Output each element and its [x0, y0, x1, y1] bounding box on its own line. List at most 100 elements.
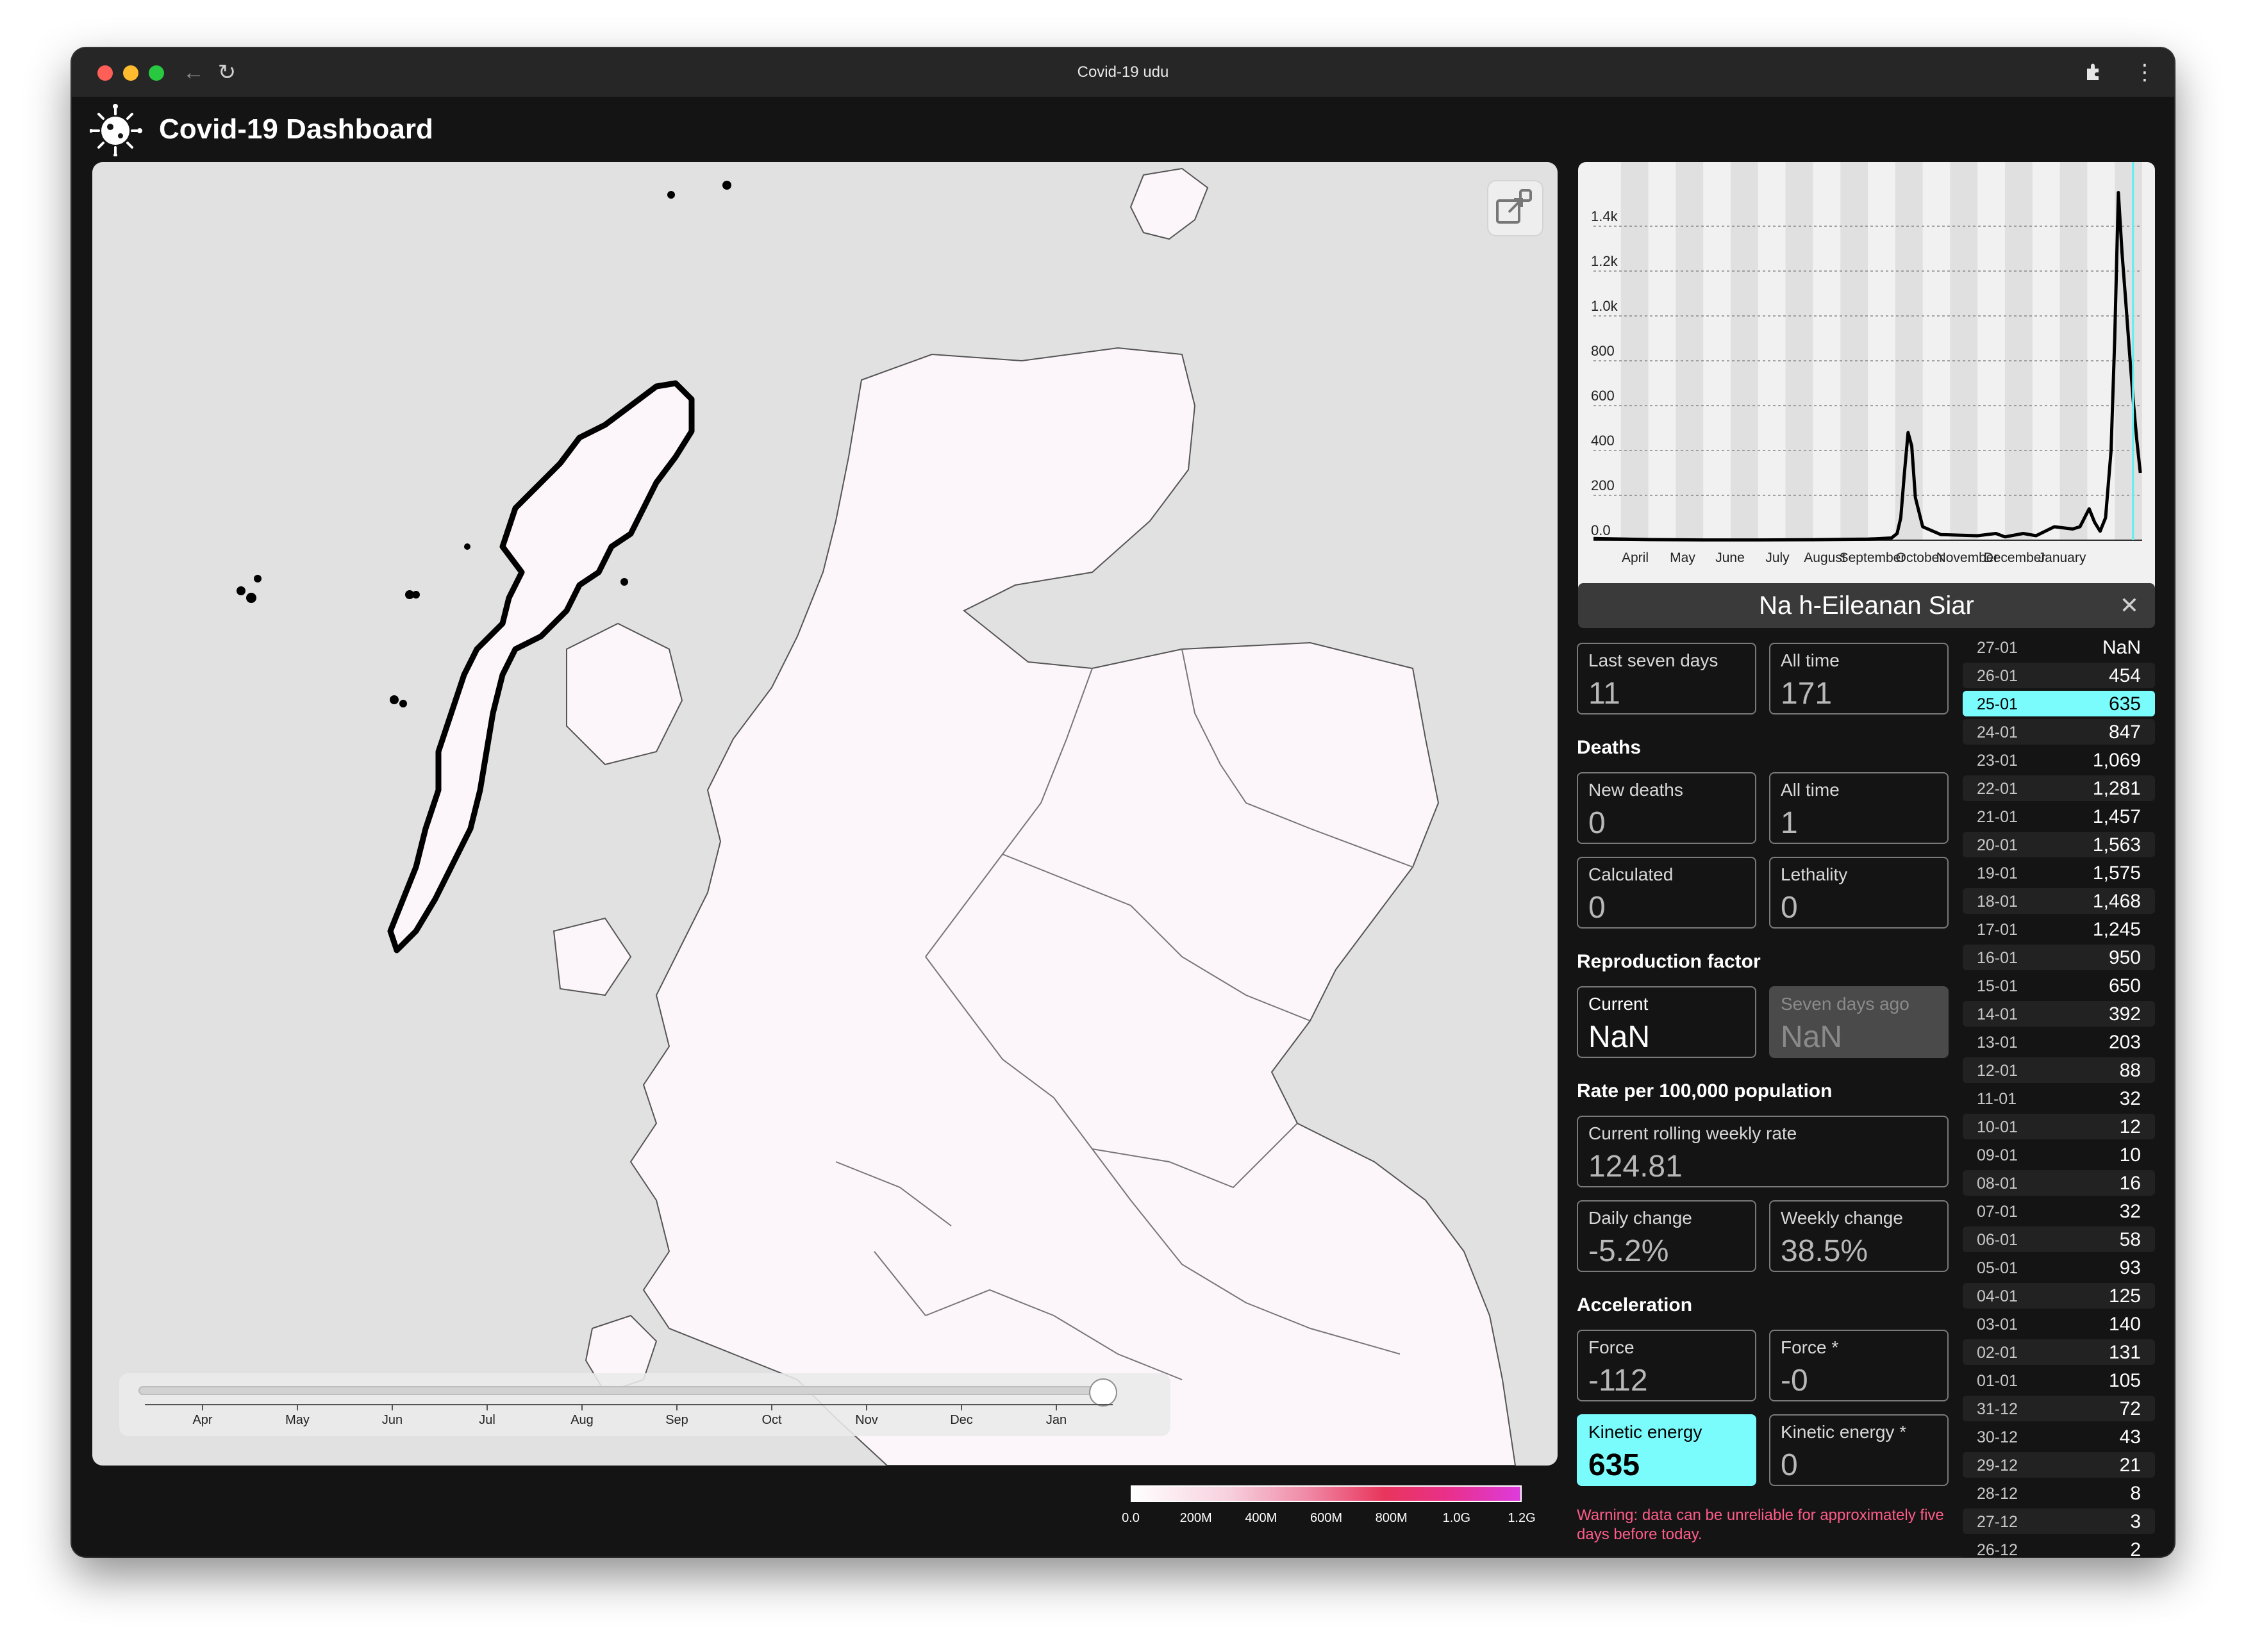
- daily-row[interactable]: 25-01 635: [1963, 691, 2155, 716]
- stat-value: 0: [1781, 891, 1798, 925]
- daily-row[interactable]: 03-01 140: [1963, 1311, 2155, 1337]
- daily-value: 72: [2119, 1398, 2141, 1419]
- daily-row[interactable]: 15-01 650: [1963, 973, 2155, 998]
- chart-y-tick-label: 400: [1591, 433, 1615, 449]
- daily-value: 1,563: [2092, 834, 2141, 855]
- stat-value: 0: [1781, 1448, 1798, 1482]
- daily-value: 125: [2108, 1285, 2141, 1307]
- daily-row[interactable]: 14-01 392: [1963, 1001, 2155, 1027]
- daily-value: 454: [2108, 665, 2141, 686]
- daily-row[interactable]: 27-12 3: [1963, 1508, 2155, 1534]
- calculated-deaths-box: Calculated 0: [1577, 857, 1756, 929]
- daily-date: 26-12: [1977, 1541, 2018, 1557]
- fullscreen-toggle-button[interactable]: [1488, 181, 1542, 235]
- daily-row[interactable]: 10-01 12: [1963, 1114, 2155, 1139]
- daily-date: 03-01: [1977, 1316, 2018, 1334]
- timeline-tick: [392, 1404, 393, 1410]
- daily-row[interactable]: 06-01 58: [1963, 1227, 2155, 1252]
- daily-value: 12: [2119, 1116, 2141, 1137]
- stat-value: -5.2%: [1588, 1234, 1669, 1268]
- timeline-tick: [676, 1404, 678, 1410]
- stat-label: Force *: [1781, 1337, 1839, 1357]
- puzzle-piece-icon[interactable]: [2083, 61, 2106, 84]
- stat-value: 171: [1781, 677, 1833, 711]
- daily-row[interactable]: 20-01 1,563: [1963, 832, 2155, 857]
- daily-date: 08-01: [1977, 1175, 2018, 1193]
- daily-row[interactable]: 29-12 21: [1963, 1452, 2155, 1478]
- timeline-month-label: Aug: [570, 1413, 594, 1427]
- daily-date: 07-01: [1977, 1203, 2018, 1221]
- map-panel[interactable]: Apr May Jun Jul Aug Sep Oct Nov Dec Jan: [92, 162, 1558, 1466]
- daily-row[interactable]: 05-01 93: [1963, 1255, 2155, 1280]
- daily-row[interactable]: 02-01 131: [1963, 1339, 2155, 1365]
- kinetic-energy-box: Kinetic energy 635: [1577, 1414, 1756, 1486]
- window-title: Covid-19 udu: [1077, 63, 1169, 81]
- timeline-month-label: Apr: [192, 1413, 213, 1427]
- daily-date: 14-01: [1977, 1005, 2018, 1023]
- daily-value: 93: [2119, 1257, 2141, 1278]
- daily-row[interactable]: 18-01 1,468: [1963, 888, 2155, 914]
- selected-area-header: Na h-Eileanan Siar ✕: [1578, 583, 2155, 628]
- skye-island[interactable]: [566, 622, 683, 766]
- daily-row[interactable]: 26-01 454: [1963, 663, 2155, 688]
- legend-tick-label: 1.2G: [1508, 1511, 1536, 1525]
- daily-row[interactable]: 30-12 43: [1963, 1424, 2155, 1450]
- daily-row[interactable]: 04-01 125: [1963, 1283, 2155, 1309]
- more-menu-icon[interactable]: ⋮: [2133, 58, 2156, 87]
- daily-date: 21-01: [1977, 808, 2018, 826]
- stat-label: Last seven days: [1588, 650, 1718, 670]
- timeline-month-label: May: [285, 1413, 310, 1427]
- timeline-month-label: Sep: [665, 1413, 688, 1427]
- rate-title: Rate per 100,000 population: [1577, 1080, 1833, 1102]
- last-seven-days-box: Last seven days 11: [1577, 643, 1756, 714]
- force-box: Force -112: [1577, 1330, 1756, 1401]
- stat-label: All time: [1781, 650, 1840, 670]
- daily-row[interactable]: 23-01 1,069: [1963, 747, 2155, 773]
- stat-label: Kinetic energy: [1588, 1422, 1702, 1442]
- daily-value: 32: [2119, 1201, 2141, 1222]
- timeline-tick: [961, 1404, 962, 1410]
- reproduction-seven-days-ago-box: Seven days ago NaN: [1769, 986, 1949, 1058]
- chart-y-tick-label: 200: [1591, 477, 1615, 493]
- daily-row[interactable]: 31-12 72: [1963, 1396, 2155, 1421]
- scotland-map[interactable]: [92, 162, 1558, 1466]
- timeline-tick: [202, 1404, 203, 1410]
- daily-row[interactable]: 19-01 1,575: [1963, 860, 2155, 886]
- daily-date: 01-01: [1977, 1372, 2018, 1390]
- daily-date: 31-12: [1977, 1400, 2018, 1418]
- daily-row[interactable]: 16-01 950: [1963, 945, 2155, 970]
- daily-row[interactable]: 13-01 203: [1963, 1029, 2155, 1055]
- daily-row[interactable]: 01-01 105: [1963, 1367, 2155, 1393]
- daily-cases-list[interactable]: 27-01 NaN 26-01 454 25-01 635 24-01 847 23-01 1,0…: [1963, 634, 2155, 1557]
- daily-value: 21: [2119, 1455, 2141, 1476]
- stat-value: NaN: [1781, 1020, 1843, 1054]
- chart-month-band: [1950, 162, 1978, 540]
- daily-date: 25-01: [1977, 695, 2018, 713]
- daily-date: 12-01: [1977, 1062, 2018, 1080]
- daily-row[interactable]: 27-01 NaN: [1963, 634, 2155, 660]
- stat-label: Current: [1588, 994, 1649, 1014]
- daily-row[interactable]: 08-01 16: [1963, 1170, 2155, 1196]
- daily-row[interactable]: 07-01 32: [1963, 1198, 2155, 1224]
- timeline-thumb[interactable]: [1090, 1380, 1116, 1405]
- stat-label: Current rolling weekly rate: [1588, 1123, 1797, 1143]
- daily-row[interactable]: 11-01 32: [1963, 1086, 2155, 1111]
- daily-row[interactable]: 09-01 10: [1963, 1142, 2155, 1168]
- daily-row[interactable]: 12-01 88: [1963, 1057, 2155, 1083]
- timeline-track[interactable]: [138, 1386, 1113, 1395]
- daily-date: 19-01: [1977, 864, 2018, 882]
- daily-value: 1,457: [2092, 806, 2141, 827]
- daily-row[interactable]: 17-01 1,245: [1963, 916, 2155, 942]
- daily-row[interactable]: 21-01 1,457: [1963, 804, 2155, 829]
- daily-value: 58: [2119, 1229, 2141, 1250]
- daily-row[interactable]: 28-12 8: [1963, 1480, 2155, 1506]
- close-icon[interactable]: ✕: [2117, 593, 2142, 618]
- daily-value: 635: [2108, 693, 2141, 714]
- mainland-region[interactable]: [629, 347, 1517, 1466]
- daily-row[interactable]: 26-12 2: [1963, 1537, 2155, 1557]
- daily-row[interactable]: 22-01 1,281: [1963, 775, 2155, 801]
- mull-island[interactable]: [553, 917, 632, 996]
- orkney-islands[interactable]: [1129, 167, 1209, 240]
- timeline-slider[interactable]: Apr May Jun Jul Aug Sep Oct Nov Dec Jan: [119, 1373, 1170, 1436]
- daily-row[interactable]: 24-01 847: [1963, 719, 2155, 745]
